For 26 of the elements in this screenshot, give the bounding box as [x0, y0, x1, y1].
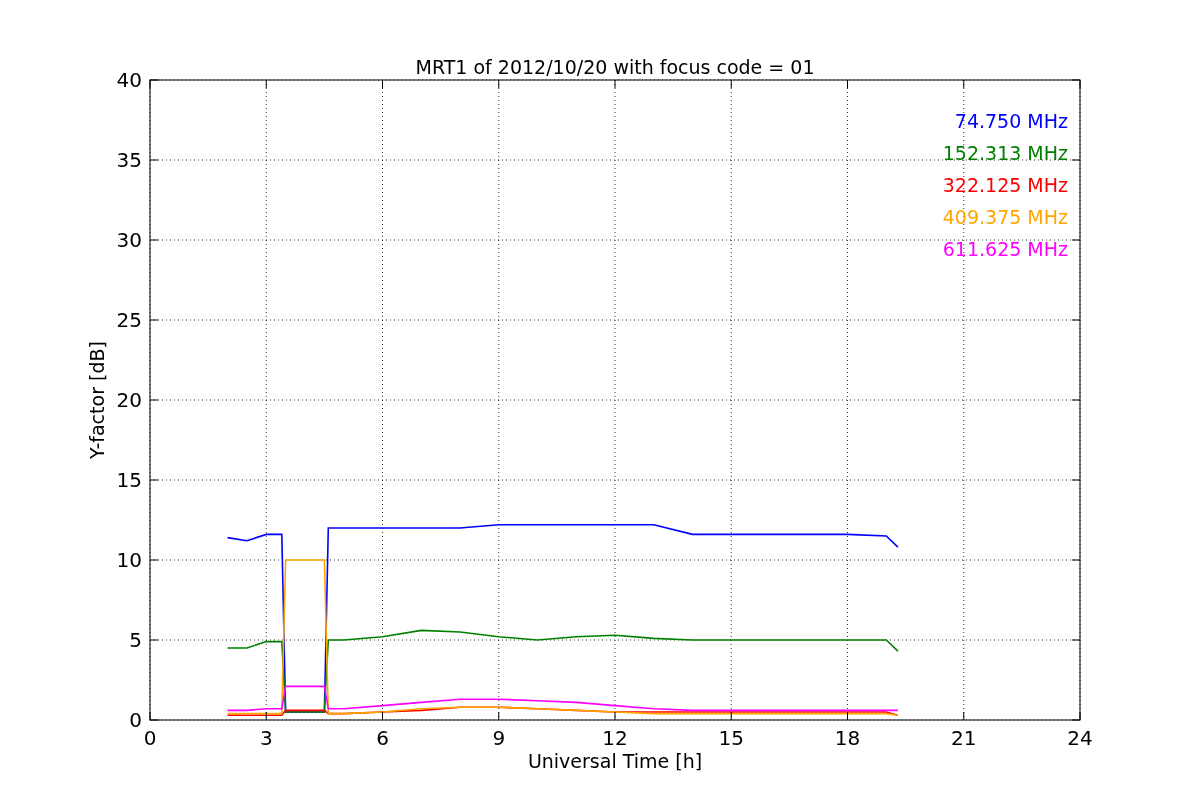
y-axis-label: Y-factor [dB]: [86, 341, 108, 459]
y-tick-label: 40: [116, 68, 142, 92]
y-tick-label: 35: [116, 148, 142, 172]
x-axis-label: Universal Time [h]: [527, 750, 703, 772]
y-tick-label: 10: [116, 548, 142, 572]
x-tick-label: 18: [834, 726, 861, 750]
y-tick-label: 20: [116, 388, 142, 412]
chart-title: MRT1 of 2012/10/20 with focus code = 01: [415, 56, 815, 78]
x-tick-label: 6: [376, 726, 389, 750]
y-tick-label: 15: [116, 468, 142, 492]
x-tick-label: 3: [259, 726, 273, 750]
legend-label: 322.125 MHz: [942, 174, 1068, 196]
legend-label: 152.313 MHz: [942, 142, 1068, 164]
x-tick-label: 21: [951, 726, 977, 750]
y-tick-label: 25: [116, 308, 142, 332]
legend-label: 611.625 MHz: [942, 238, 1068, 260]
x-tick-label: 12: [602, 726, 628, 750]
x-tick-label: 9: [492, 726, 506, 750]
x-tick-label: 15: [718, 726, 744, 750]
y-tick-label: 5: [129, 628, 142, 652]
x-tick-label: 0: [143, 726, 157, 750]
y-tick-label: 30: [116, 228, 142, 252]
legend-label: 74.750 MHz: [954, 110, 1068, 132]
x-tick-label: 24: [1067, 726, 1093, 750]
y-tick-label: 0: [129, 708, 142, 732]
legend-label: 409.375 MHz: [942, 206, 1068, 228]
